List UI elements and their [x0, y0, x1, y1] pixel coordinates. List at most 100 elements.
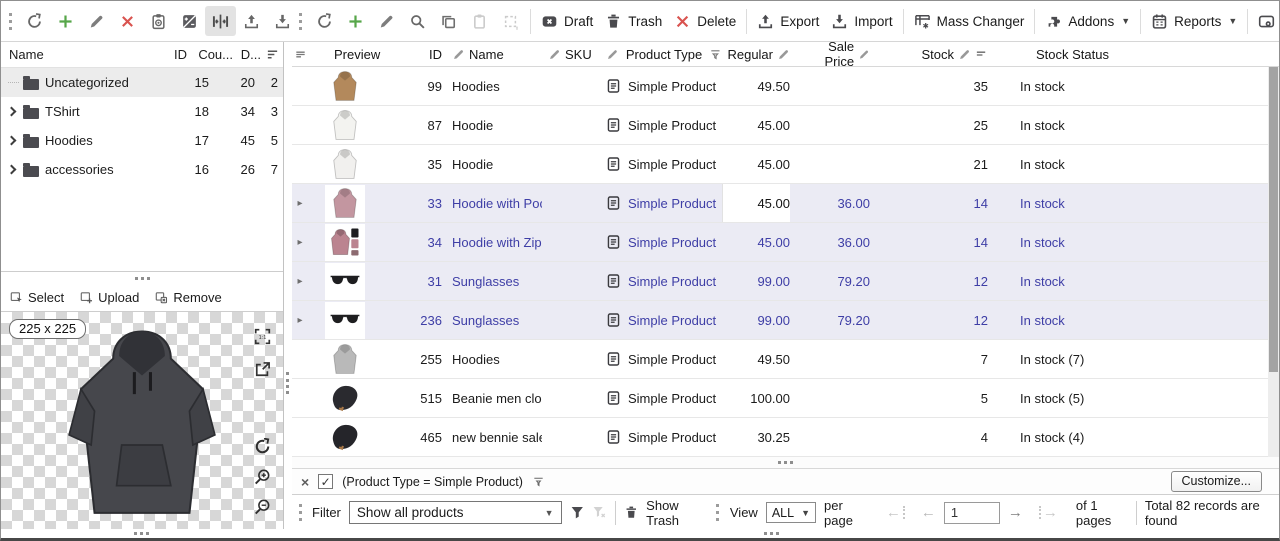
cell-stock-status[interactable]: In stock	[988, 313, 1188, 328]
cell-id[interactable]: 236	[382, 313, 442, 328]
product-preview-cell[interactable]	[308, 224, 382, 261]
cell-sale-price[interactable]: 36.00	[790, 235, 870, 250]
reports-button[interactable]: Reports▼	[1145, 6, 1243, 36]
cell-stock-status[interactable]: In stock	[988, 235, 1188, 250]
delete-button[interactable]: Delete	[668, 6, 742, 36]
cell-id[interactable]: 33	[382, 196, 442, 211]
tree-row-uncategorized[interactable]: Uncategorized 15 20 2	[1, 68, 283, 97]
grid-panel-resize-handle[interactable]	[764, 532, 779, 535]
product-row[interactable]: ▸ 31 Sunglasses Simple Product 99.00 79.…	[292, 262, 1279, 301]
cell-stock[interactable]: 4	[870, 430, 988, 445]
expand-chevron-icon[interactable]	[7, 107, 17, 117]
product-preview-cell[interactable]	[308, 68, 382, 105]
toolbar-grip-icon[interactable]	[299, 13, 302, 30]
cell-id[interactable]: 99	[382, 79, 442, 94]
cell-id[interactable]: 87	[382, 118, 442, 133]
cell-name[interactable]: Sunglasses	[442, 274, 542, 289]
previous-page-button[interactable]: ←	[921, 505, 936, 520]
mass-changer-button[interactable]: Mass Changer	[908, 6, 1031, 36]
cell-product-type[interactable]: Simple Product	[592, 390, 722, 406]
view-button[interactable]: View▼	[1252, 6, 1280, 36]
cell-product-type[interactable]: Simple Product	[592, 351, 722, 367]
column-header-preview[interactable]: Preview	[308, 47, 382, 62]
column-header-d[interactable]: D...	[233, 47, 261, 62]
cell-product-type[interactable]: Simple Product	[592, 312, 722, 328]
product-row[interactable]: ▸ 33 Hoodie with Poc Simple Product 45.0…	[292, 184, 1279, 223]
product-preview-cell[interactable]	[308, 419, 382, 456]
cell-stock[interactable]: 12	[870, 274, 988, 289]
product-row[interactable]: 87 Hoodie Simple Product 45.00 25 In sto…	[292, 106, 1279, 145]
next-page-button[interactable]: →	[1008, 505, 1023, 520]
tree-row-accessories[interactable]: accessories 16 26 7	[1, 155, 283, 184]
cell-stock[interactable]: 7	[870, 352, 988, 367]
product-row[interactable]: ▸ 34 Hoodie with Zip Simple Product 45.0…	[292, 223, 1279, 262]
cell-regular-price[interactable]: 99.00	[722, 274, 790, 289]
cell-regular-price[interactable]: 49.50	[722, 79, 790, 94]
export-button[interactable]: Export	[751, 6, 825, 36]
zoom-in-icon[interactable]	[254, 468, 271, 485]
cell-id[interactable]: 35	[382, 157, 442, 172]
cell-stock[interactable]: 35	[870, 79, 988, 94]
column-header-id[interactable]: ID	[147, 47, 187, 62]
upload-image-button[interactable]	[236, 6, 267, 36]
product-preview-cell[interactable]	[308, 380, 382, 417]
clear-filter-icon[interactable]: ×	[301, 475, 309, 489]
cell-id[interactable]: 34	[382, 235, 442, 250]
cell-sale-price[interactable]: 79.20	[790, 274, 870, 289]
column-header-regular[interactable]: Regular	[722, 47, 790, 62]
toolbar-grip-icon[interactable]	[9, 13, 12, 30]
rotate-icon[interactable]	[254, 438, 271, 455]
cell-name[interactable]: Beanie men clon	[442, 391, 542, 406]
cell-stock-status[interactable]: In stock	[988, 118, 1188, 133]
cell-name[interactable]: Hoodie	[442, 118, 542, 133]
clear-filter-icon[interactable]	[592, 504, 607, 521]
cell-product-type[interactable]: Simple Product	[592, 234, 722, 250]
left-panel-resize-handle[interactable]	[134, 532, 149, 535]
sort-icon[interactable]	[261, 48, 283, 61]
cell-sale-price[interactable]: 79.20	[790, 313, 870, 328]
column-header-product-type[interactable]: Product Type	[592, 47, 722, 62]
cell-id[interactable]: 255	[382, 352, 442, 367]
cell-stock-status[interactable]: In stock	[988, 274, 1188, 289]
split-columns-button[interactable]	[205, 6, 236, 36]
cell-id[interactable]: 465	[382, 430, 442, 445]
column-header-count[interactable]: Cou...	[187, 47, 233, 62]
expand-chevron-icon[interactable]	[7, 165, 17, 175]
row-expand-icon[interactable]: ▸	[292, 276, 308, 287]
tree-row-tshirt[interactable]: TShirt 18 34 3	[1, 97, 283, 126]
cell-regular-price[interactable]: 45.00	[722, 118, 790, 133]
paste-button[interactable]	[464, 6, 495, 36]
row-expand-icon[interactable]: ▸	[292, 198, 308, 209]
show-trash-button[interactable]: Show Trash	[646, 498, 705, 528]
page-number-input[interactable]	[944, 502, 1000, 524]
add-product-button[interactable]	[340, 6, 371, 36]
cell-stock-status[interactable]: In stock	[988, 157, 1188, 172]
first-page-button[interactable]: ←	[886, 505, 905, 520]
expand-chevron-icon[interactable]	[7, 136, 17, 146]
cell-regular-price[interactable]: 30.25	[722, 430, 790, 445]
cell-regular-price[interactable]: 45.00	[722, 157, 790, 172]
vertical-scrollbar[interactable]	[1268, 67, 1279, 457]
product-row[interactable]: 515 Beanie men clon Simple Product 100.0…	[292, 379, 1279, 418]
cell-name[interactable]: Sunglasses	[442, 313, 542, 328]
cell-stock-status[interactable]: In stock	[988, 196, 1188, 211]
product-preview-cell[interactable]	[308, 107, 382, 144]
cell-stock-status[interactable]: In stock (5)	[988, 391, 1188, 406]
product-preview-cell[interactable]	[308, 185, 382, 222]
search-button[interactable]	[402, 6, 433, 36]
column-header-stock-status[interactable]: Stock Status	[988, 47, 1188, 62]
grid-resize-handle[interactable]	[292, 457, 1279, 469]
cell-regular-price[interactable]: 45.00	[722, 184, 790, 222]
cell-product-type[interactable]: Simple Product	[592, 117, 722, 133]
cell-stock[interactable]: 5	[870, 391, 988, 406]
filter-select[interactable]: Show all products▼	[349, 501, 562, 524]
cell-regular-price[interactable]: 100.00	[722, 391, 790, 406]
cell-regular-price[interactable]: 45.00	[722, 235, 790, 250]
cell-stock[interactable]: 12	[870, 313, 988, 328]
cell-stock[interactable]: 21	[870, 157, 988, 172]
cell-sale-price[interactable]: 36.00	[790, 196, 870, 211]
scrollbar-thumb[interactable]	[1269, 67, 1278, 372]
column-header-sku[interactable]: SKU	[542, 47, 592, 62]
tree-resize-handle[interactable]	[1, 272, 283, 284]
category-preview-button[interactable]	[143, 6, 174, 36]
